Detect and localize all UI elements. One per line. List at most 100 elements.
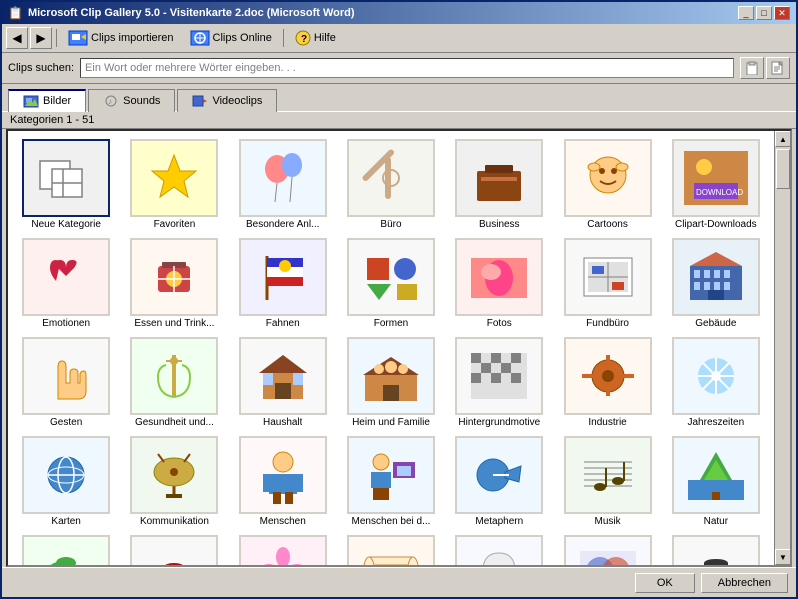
category-industrie[interactable]: Industrie bbox=[555, 335, 659, 430]
forward-button[interactable]: ▶ bbox=[30, 27, 52, 49]
category-row4-7-img bbox=[672, 535, 760, 565]
category-karten[interactable]: Karten bbox=[14, 434, 118, 529]
category-natur[interactable]: Natur bbox=[664, 434, 768, 529]
category-favoriten-img bbox=[130, 139, 218, 217]
category-clipart-downloads[interactable]: DOWNLOAD Clipart-Downloads bbox=[664, 137, 768, 232]
category-row4-1[interactable]: ... bbox=[14, 533, 118, 565]
category-besondere-anlaesse-label: Besondere Anl... bbox=[246, 219, 319, 230]
category-gesundheit[interactable]: Gesundheit und... bbox=[122, 335, 226, 430]
help-icon: ? bbox=[295, 30, 311, 46]
category-buero[interactable]: Büro bbox=[339, 137, 443, 232]
category-musik[interactable]: Musik bbox=[555, 434, 659, 529]
category-row4-4[interactable]: ... bbox=[339, 533, 443, 565]
bottom-bar: OK Abbrechen bbox=[2, 567, 796, 597]
ghost-icon bbox=[463, 543, 535, 565]
category-haushalt-img bbox=[239, 337, 327, 415]
category-emotionen[interactable]: Emotionen bbox=[14, 236, 118, 331]
window-frame: 📋 Microsoft Clip Gallery 5.0 - Visitenka… bbox=[0, 0, 798, 599]
category-natur-img bbox=[672, 436, 760, 514]
category-jahreszeiten[interactable]: Jahreszeiten bbox=[664, 335, 768, 430]
emotionen-icon bbox=[30, 246, 102, 308]
clips-online-label: Clips Online bbox=[213, 32, 272, 44]
working-icon bbox=[355, 444, 427, 506]
search-document-button[interactable] bbox=[766, 57, 790, 79]
category-essen-und-trinken[interactable]: Essen und Trink... bbox=[122, 236, 226, 331]
cancel-button[interactable]: Abbrechen bbox=[701, 573, 788, 593]
category-industrie-label: Industrie bbox=[588, 417, 626, 428]
category-cartoons[interactable]: Cartoons bbox=[555, 137, 659, 232]
sounds-tab-icon: ♪ bbox=[103, 94, 119, 108]
category-menschen-bei-img bbox=[347, 436, 435, 514]
category-metaphern[interactable]: Metaphern bbox=[447, 434, 551, 529]
category-fundbuero-img bbox=[564, 238, 652, 316]
family-icon bbox=[355, 345, 427, 407]
category-jahreszeiten-img bbox=[672, 337, 760, 415]
natur-icon bbox=[680, 444, 752, 506]
category-kommunikation[interactable]: Kommunikation bbox=[122, 434, 226, 529]
scroll-thumb[interactable] bbox=[776, 149, 790, 189]
category-row4-5[interactable]: ... bbox=[447, 533, 551, 565]
category-row4-3[interactable]: ... bbox=[231, 533, 335, 565]
scroll-track[interactable] bbox=[775, 147, 790, 549]
tab-videoclips-label: Videoclips bbox=[212, 95, 262, 107]
tab-sounds[interactable]: ♪ Sounds bbox=[88, 89, 175, 112]
category-essen-und-trinken-label: Essen und Trink... bbox=[134, 318, 214, 329]
menschen-icon bbox=[247, 444, 319, 506]
category-hintergrundmotive-img bbox=[455, 337, 543, 415]
search-input[interactable] bbox=[80, 58, 734, 78]
category-row4-7[interactable]: ... bbox=[664, 533, 768, 565]
help-button[interactable]: ? Hilfe bbox=[288, 27, 343, 49]
tab-bilder[interactable]: Bilder bbox=[8, 89, 86, 112]
maximize-button[interactable]: □ bbox=[756, 6, 772, 20]
category-karten-label: Karten bbox=[51, 516, 80, 527]
minimize-button[interactable]: _ bbox=[738, 6, 754, 20]
category-emotionen-img bbox=[22, 238, 110, 316]
category-gebaeude-img bbox=[672, 238, 760, 316]
category-fundbuero[interactable]: Fundbüro bbox=[555, 236, 659, 331]
category-business[interactable]: Business bbox=[447, 137, 551, 232]
category-hintergrundmotive[interactable]: Hintergrundmotive bbox=[447, 335, 551, 430]
scroll-down-button[interactable]: ▼ bbox=[775, 549, 791, 565]
category-gebaeude[interactable]: Gebäude bbox=[664, 236, 768, 331]
category-gesten[interactable]: Gesten bbox=[14, 335, 118, 430]
category-menschen-bei[interactable]: Menschen bei d... bbox=[339, 434, 443, 529]
category-hintergrundmotive-label: Hintergrundmotive bbox=[458, 417, 540, 428]
clips-online-icon bbox=[190, 30, 210, 46]
category-row4-1-img bbox=[22, 535, 110, 565]
clips-import-button[interactable]: Clips importieren bbox=[61, 27, 181, 49]
cartoons-icon bbox=[572, 147, 644, 209]
search-icons bbox=[740, 57, 790, 79]
category-gesten-img bbox=[22, 337, 110, 415]
metaphern-icon bbox=[463, 444, 535, 506]
karten-icon bbox=[30, 444, 102, 506]
back-button[interactable]: ◀ bbox=[6, 27, 28, 49]
category-fahnen[interactable]: Fahnen bbox=[231, 236, 335, 331]
category-fotos[interactable]: Fotos bbox=[447, 236, 551, 331]
close-button[interactable]: ✕ bbox=[774, 6, 790, 20]
haushalt-icon bbox=[247, 345, 319, 407]
industrie-icon bbox=[572, 345, 644, 407]
title-bar-buttons: _ □ ✕ bbox=[738, 6, 790, 20]
tab-videoclips[interactable]: Videoclips bbox=[177, 89, 277, 112]
ok-button[interactable]: OK bbox=[635, 573, 695, 593]
downloads-icon: DOWNLOAD bbox=[680, 147, 752, 209]
category-row4-2[interactable]: ... bbox=[122, 533, 226, 565]
category-row4-6[interactable]: ... bbox=[555, 533, 659, 565]
category-haushalt[interactable]: Haushalt bbox=[231, 335, 335, 430]
gallery-scroll-area[interactable]: Neue Kategorie Favoriten bbox=[8, 131, 774, 565]
category-formen[interactable]: Formen bbox=[339, 236, 443, 331]
seasons-icon bbox=[680, 345, 752, 407]
clips-online-button[interactable]: Clips Online bbox=[183, 27, 279, 49]
category-besondere-anlaesse[interactable]: Besondere Anl... bbox=[231, 137, 335, 232]
category-favoriten[interactable]: Favoriten bbox=[122, 137, 226, 232]
clipboard-icon bbox=[745, 61, 759, 75]
category-heim-und-familie[interactable]: Heim und Familie bbox=[339, 335, 443, 430]
category-menschen[interactable]: Menschen bbox=[231, 434, 335, 529]
category-heim-und-familie-img bbox=[347, 337, 435, 415]
status-text: Kategorien 1 - 51 bbox=[10, 114, 94, 126]
category-neue-kategorie[interactable]: Neue Kategorie bbox=[14, 137, 118, 232]
scroll-up-button[interactable]: ▲ bbox=[775, 131, 791, 147]
hat-icon bbox=[680, 543, 752, 565]
search-clipboard-button[interactable] bbox=[740, 57, 764, 79]
videoclips-tab-icon bbox=[192, 94, 208, 108]
